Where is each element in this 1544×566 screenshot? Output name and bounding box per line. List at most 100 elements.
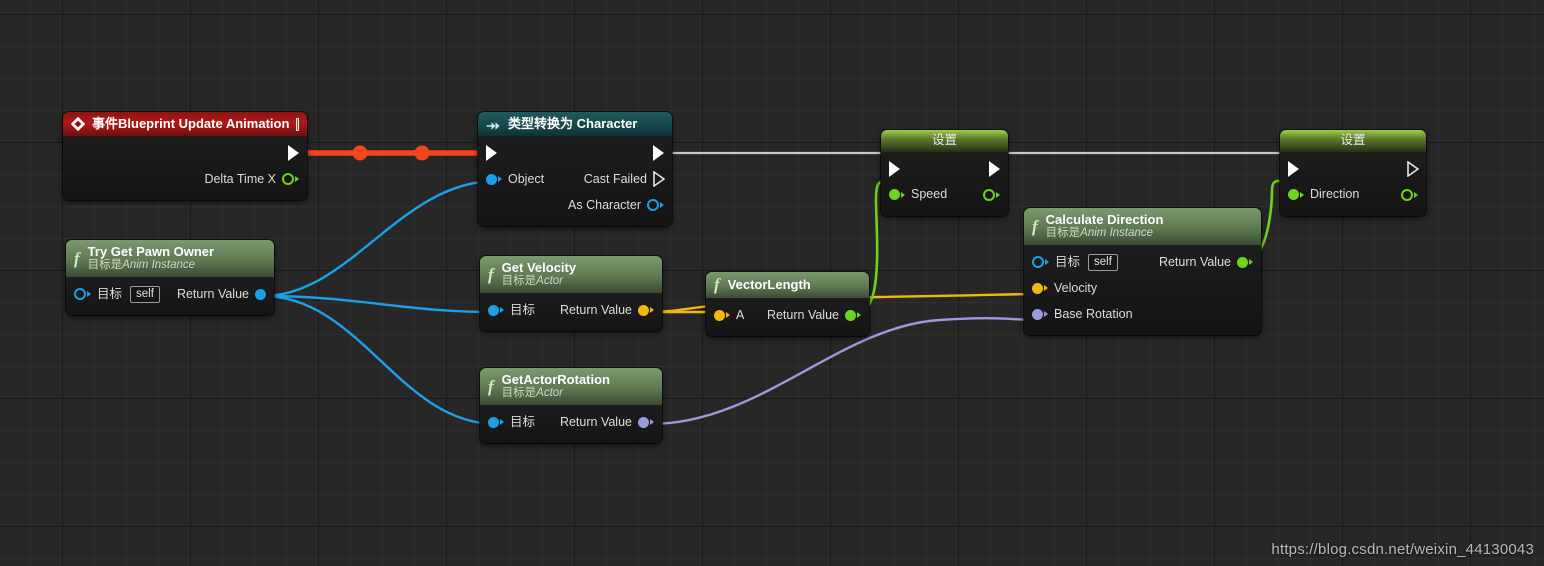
red-stop-square-icon[interactable]: [296, 117, 299, 131]
node-body: Speed: [881, 151, 1008, 216]
pin-row-a: A Return Value: [706, 302, 869, 328]
node-subtitle-prefix: 目标是: [87, 259, 123, 272]
node-title-text: GetActorRotation: [501, 372, 611, 387]
function-icon: f: [488, 264, 494, 284]
delta-time-out-pin[interactable]: Delta Time X: [204, 173, 299, 186]
pin-row-object: Object Cast Failed: [478, 166, 672, 192]
return-value-out-pin[interactable]: Return Value: [767, 309, 861, 322]
target-label: 目标: [510, 302, 536, 317]
as-character-out-pin[interactable]: As Character: [568, 199, 664, 212]
return-value-out-pin[interactable]: Return Value: [560, 304, 654, 317]
node-body: 目标 Return Value: [480, 293, 662, 332]
function-icon: f: [74, 248, 80, 268]
exec-out-pin[interactable]: [1407, 160, 1419, 177]
node-title-text: Get Velocity: [501, 260, 577, 275]
node-subtitle-text: Anim Instance: [122, 259, 196, 272]
object-label: Object: [508, 172, 545, 186]
pin-row-target: 目标 self Return Value: [1024, 249, 1261, 275]
return-value-label: Return Value: [559, 302, 632, 317]
node-body: 目标 self Return Value: [66, 277, 274, 316]
direction-out-pin[interactable]: [1401, 188, 1418, 201]
node-body: Delta Time X: [63, 136, 307, 201]
exec-out-pin[interactable]: [288, 145, 299, 162]
direction-label: Direction: [1310, 187, 1360, 202]
pin-row-exec: [881, 156, 1008, 182]
object-in-pin[interactable]: Object: [486, 173, 544, 186]
node-get-actor-rotation[interactable]: f GetActorRotation 目标是Actor 目标 Return Va…: [480, 368, 662, 444]
node-title-text: 设置: [931, 133, 957, 147]
exec-in-pin[interactable]: [486, 145, 497, 162]
node-cast-to-character[interactable]: 类型转换为 Character Object Cast Failed As Ch…: [478, 112, 672, 227]
watermark-url: https://blog.csdn.net/weixin_44130043: [1271, 541, 1534, 558]
pin-row-direction: Direction: [1280, 182, 1426, 208]
node-calculate-direction[interactable]: f Calculate Direction 目标是Anim Instance 目…: [1024, 208, 1261, 336]
node-subtitle-text: Anim Instance: [1080, 227, 1154, 240]
node-title-bar: 设置: [881, 130, 1008, 152]
exec-out-pin[interactable]: [989, 160, 1000, 177]
node-subtitle: 目标是Anim Instance: [1046, 227, 1164, 241]
speed-in-pin[interactable]: Speed: [889, 188, 947, 201]
node-body: 目标 Return Value: [480, 405, 662, 444]
node-title-bar: 类型转换为 Character: [478, 112, 672, 137]
target-in-pin[interactable]: 目标 self: [74, 285, 160, 303]
a-in-pin[interactable]: A: [714, 309, 744, 322]
return-value-label: Return Value: [766, 308, 839, 322]
event-diamond-icon: [70, 116, 86, 132]
speed-out-pin[interactable]: [983, 188, 1000, 201]
node-event-blueprint-update-animation[interactable]: 事件Blueprint Update Animation Delta Time …: [63, 112, 307, 201]
node-body: A Return Value: [706, 298, 869, 337]
base-rotation-in-pin[interactable]: Base Rotation: [1032, 308, 1133, 321]
node-title-text: Calculate Direction: [1045, 212, 1164, 227]
target-in-pin[interactable]: 目标 self: [1032, 253, 1118, 271]
as-character-label: As Character: [568, 198, 641, 212]
node-title-bar: f Try Get Pawn Owner 目标是Anim Instance: [66, 240, 274, 278]
node-try-get-pawn-owner[interactable]: f Try Get Pawn Owner 目标是Anim Instance 目标…: [66, 240, 274, 316]
a-label: A: [736, 308, 745, 322]
cast-arrow-icon: [486, 119, 501, 130]
node-body: 目标 self Return Value Velocity Base Rotat…: [1024, 245, 1261, 336]
target-in-pin[interactable]: 目标: [488, 304, 535, 317]
node-title-bar: f GetActorRotation 目标是Actor: [480, 368, 662, 406]
target-label: 目标: [1055, 254, 1081, 269]
exec-in-pin[interactable]: [889, 160, 900, 177]
node-set-speed[interactable]: 设置 Speed: [881, 130, 1008, 216]
node-vector-length[interactable]: f VectorLength A Return Value: [706, 272, 869, 337]
node-title-text: VectorLength: [727, 277, 811, 292]
target-in-pin[interactable]: 目标: [488, 416, 535, 429]
node-subtitle: 目标是Actor: [502, 275, 576, 289]
pin-row-exec-out: [63, 140, 307, 166]
node-title-bar: f VectorLength: [706, 272, 869, 299]
node-set-direction[interactable]: 设置 Direction: [1280, 130, 1426, 216]
exec-in-pin[interactable]: [1288, 160, 1299, 177]
exec-out-pin[interactable]: [653, 145, 664, 162]
pin-row-delta-time: Delta Time X: [63, 166, 307, 192]
return-value-label: Return Value: [1158, 254, 1231, 269]
node-title-bar: 设置: [1280, 130, 1426, 152]
return-value-out-pin[interactable]: Return Value: [177, 288, 266, 301]
function-icon: f: [488, 376, 494, 396]
node-subtitle-prefix: 目标是: [1045, 227, 1081, 240]
target-self-value[interactable]: self: [1088, 253, 1118, 271]
node-title-text: 事件Blueprint Update Animation: [92, 116, 290, 131]
node-body: Direction: [1280, 151, 1426, 216]
node-subtitle-prefix: 目标是: [501, 275, 537, 288]
direction-in-pin[interactable]: Direction: [1288, 188, 1359, 201]
pin-row-target: 目标 Return Value: [480, 409, 662, 435]
pin-row-target: 目标 self Return Value: [66, 281, 274, 307]
return-value-label: Return Value: [176, 286, 249, 301]
pin-row-base-rotation: Base Rotation: [1024, 301, 1261, 327]
target-label: 目标: [510, 414, 536, 429]
target-self-value[interactable]: self: [130, 285, 160, 303]
delta-time-label: Delta Time X: [204, 172, 276, 186]
velocity-in-pin[interactable]: Velocity: [1032, 282, 1097, 295]
velocity-label: Velocity: [1054, 280, 1098, 295]
node-title-bar: f Calculate Direction 目标是Anim Instance: [1024, 208, 1261, 246]
return-value-out-pin[interactable]: Return Value: [560, 416, 654, 429]
pin-row-speed: Speed: [881, 182, 1008, 208]
node-get-velocity[interactable]: f Get Velocity 目标是Actor 目标 Return Value: [480, 256, 662, 332]
node-title-text: 类型转换为 Character: [508, 116, 638, 131]
return-value-out-pin[interactable]: Return Value: [1159, 256, 1253, 269]
node-subtitle-text: Actor: [536, 275, 564, 288]
cast-failed-out-pin[interactable]: Cast Failed: [584, 171, 665, 188]
node-body: Object Cast Failed As Character: [478, 136, 672, 227]
